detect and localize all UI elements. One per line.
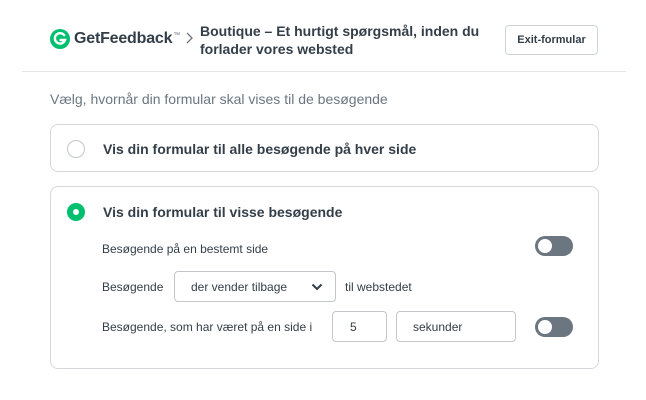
getfeedback-logo[interactable]: GetFeedback ™ <box>50 28 180 50</box>
time-unit-field[interactable]: sekunder <box>396 311 516 342</box>
returning-visitor-select[interactable]: der vender tilbage <box>174 271 336 302</box>
header-divider <box>22 71 626 72</box>
rule-returning-prefix: Besøgende <box>102 280 164 294</box>
option-card-certain-visitors[interactable]: Vis din formular til visse besøgende Bes… <box>50 186 599 369</box>
rule-returning-suffix: til webstedet <box>345 280 412 294</box>
breadcrumb-form-title: Boutique – Et hurtigt spørgsmål, inden d… <box>200 23 480 57</box>
logo-text: GetFeedback <box>74 30 173 47</box>
display-question: Vælg, hvornår din formular skal vises ti… <box>50 91 388 107</box>
toggle-knob <box>538 320 552 334</box>
option-label-certain-visitors: Vis din formular til visse besøgende <box>103 204 343 220</box>
exit-form-button[interactable]: Exit-formular <box>505 25 598 55</box>
specific-page-toggle[interactable] <box>535 236 573 256</box>
breadcrumb-chevron-right-icon <box>186 32 193 44</box>
top-header: GetFeedback ™ Boutique – Et hurtigt spør… <box>0 0 646 72</box>
chevron-down-icon <box>311 283 323 291</box>
rule-time-on-page-label: Besøgende, som har været på en side i <box>102 320 313 334</box>
toggle-knob <box>538 239 552 253</box>
option-card-all-visitors[interactable]: Vis din formular til alle besøgende på h… <box>50 124 599 172</box>
radio-selected-dot <box>73 209 79 215</box>
radio-certain-visitors[interactable] <box>67 203 85 221</box>
option-label-all-visitors: Vis din formular til alle besøgende på h… <box>103 141 417 157</box>
seconds-value-input[interactable]: 5 <box>332 311 387 342</box>
returning-visitor-select-value: der vender tilbage <box>191 279 288 294</box>
rule-specific-page-label: Besøgende på en bestemt side <box>102 242 269 256</box>
logo-trademark: ™ <box>173 31 181 39</box>
radio-all-visitors[interactable] <box>67 140 85 158</box>
time-on-page-toggle[interactable] <box>535 317 573 337</box>
getfeedback-logo-icon <box>50 29 70 49</box>
